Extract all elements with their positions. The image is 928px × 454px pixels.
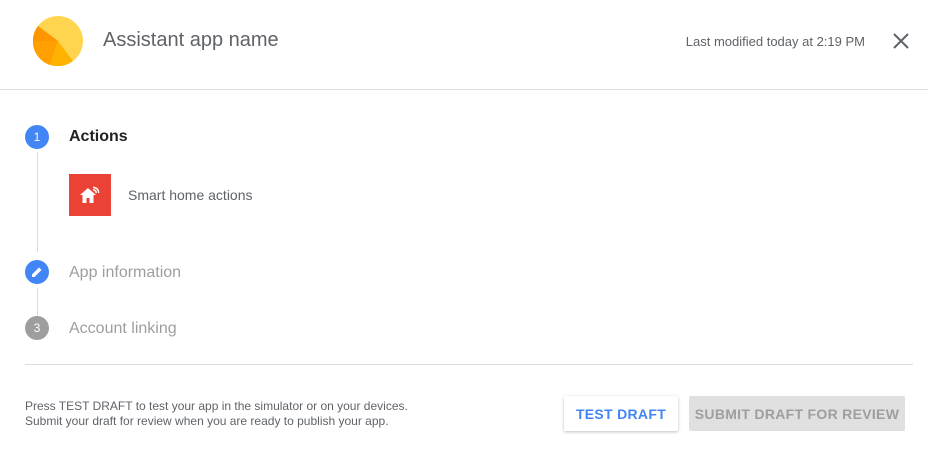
footer-hint-line-2: Submit your draft for review when you ar… [25, 414, 389, 428]
step-actions-label[interactable]: Actions [69, 128, 128, 146]
step-3-badge: 3 [25, 316, 49, 340]
submit-draft-button: SUBMIT DRAFT FOR REVIEW [689, 396, 905, 431]
app-logo-icon [33, 16, 83, 66]
footer-hint-line-1: Press TEST DRAFT to test your app in the… [25, 399, 408, 413]
step-connector [37, 152, 38, 252]
last-modified-text: Last modified today at 2:19 PM [685, 34, 865, 49]
close-icon[interactable] [890, 30, 912, 52]
step-connector [37, 288, 38, 316]
step-app-information-label[interactable]: App information [69, 264, 181, 282]
smart-home-icon [69, 174, 111, 216]
smart-home-action[interactable]: Smart home actions [69, 174, 253, 216]
smart-home-action-label: Smart home actions [128, 187, 253, 203]
footer-hint: Press TEST DRAFT to test your app in the… [25, 399, 408, 429]
app-name: Assistant app name [103, 29, 279, 51]
test-draft-button[interactable]: TEST DRAFT [564, 396, 678, 431]
app-header: Assistant app name Last modified today a… [0, 0, 928, 90]
step-2-badge [25, 260, 49, 284]
step-1-badge: 1 [25, 125, 49, 149]
pencil-icon [32, 267, 42, 277]
footer-divider [25, 364, 913, 365]
step-account-linking-label[interactable]: Account linking [69, 320, 177, 338]
